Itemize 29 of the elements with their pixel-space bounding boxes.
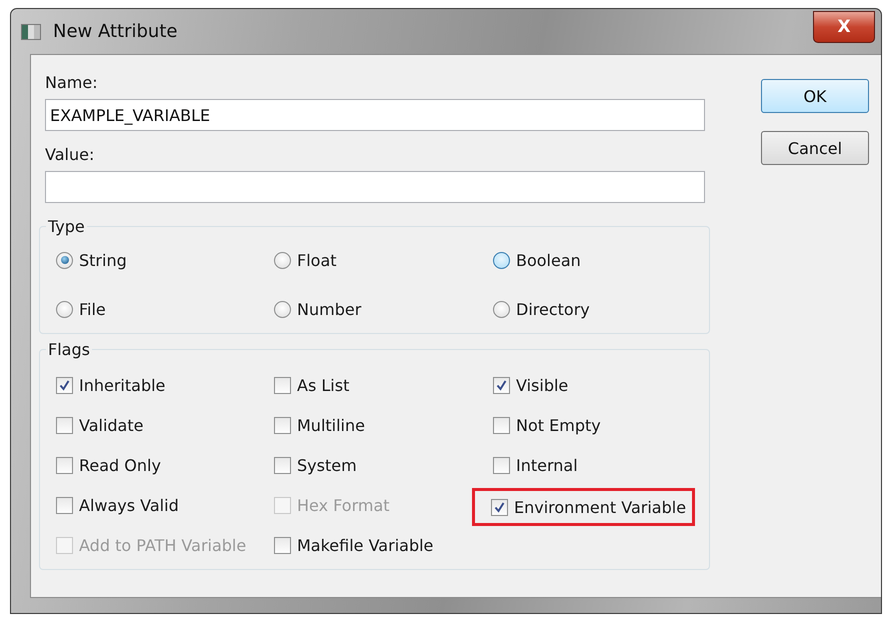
checkbox-option[interactable]: Makefile Variable (270, 531, 438, 559)
field-label: Name: (45, 73, 99, 93)
radio-option[interactable]: File (52, 295, 110, 323)
radio-option[interactable]: Directory (489, 295, 594, 323)
dialog-button[interactable]: Cancel (761, 131, 869, 165)
checkbox-option[interactable]: Inheritable (52, 371, 170, 399)
checkbox-option[interactable]: Always Valid (52, 491, 183, 519)
close-button[interactable]: X (813, 11, 875, 43)
radio-option[interactable]: Number (270, 295, 366, 323)
app-icon (21, 24, 41, 40)
checkbox-option[interactable]: Not Empty (489, 411, 605, 439)
field-label: Value: (45, 145, 96, 165)
checkbox-option[interactable]: System (270, 451, 361, 479)
group-title: Flags (47, 340, 91, 359)
radio-option[interactable]: Float (270, 246, 341, 274)
radio-option[interactable]: Boolean (489, 246, 585, 274)
checkbox-option[interactable]: As List (270, 371, 354, 399)
checkbox-option[interactable]: Validate (52, 411, 148, 439)
checkbox-option[interactable]: Internal (489, 451, 582, 479)
text-field[interactable] (45, 171, 705, 203)
radio-option[interactable]: String (52, 246, 131, 274)
checkbox-option[interactable]: Visible (489, 371, 572, 399)
checkbox-option[interactable]: Environment Variable (475, 491, 692, 523)
checkbox-option[interactable]: Multiline (270, 411, 369, 439)
dialog-button[interactable]: OK (761, 79, 869, 113)
window-title: New Attribute (53, 21, 178, 42)
checkbox-option[interactable]: Read Only (52, 451, 165, 479)
group-title: Type (47, 217, 86, 236)
text-field[interactable]: EXAMPLE_VARIABLE (45, 99, 705, 131)
